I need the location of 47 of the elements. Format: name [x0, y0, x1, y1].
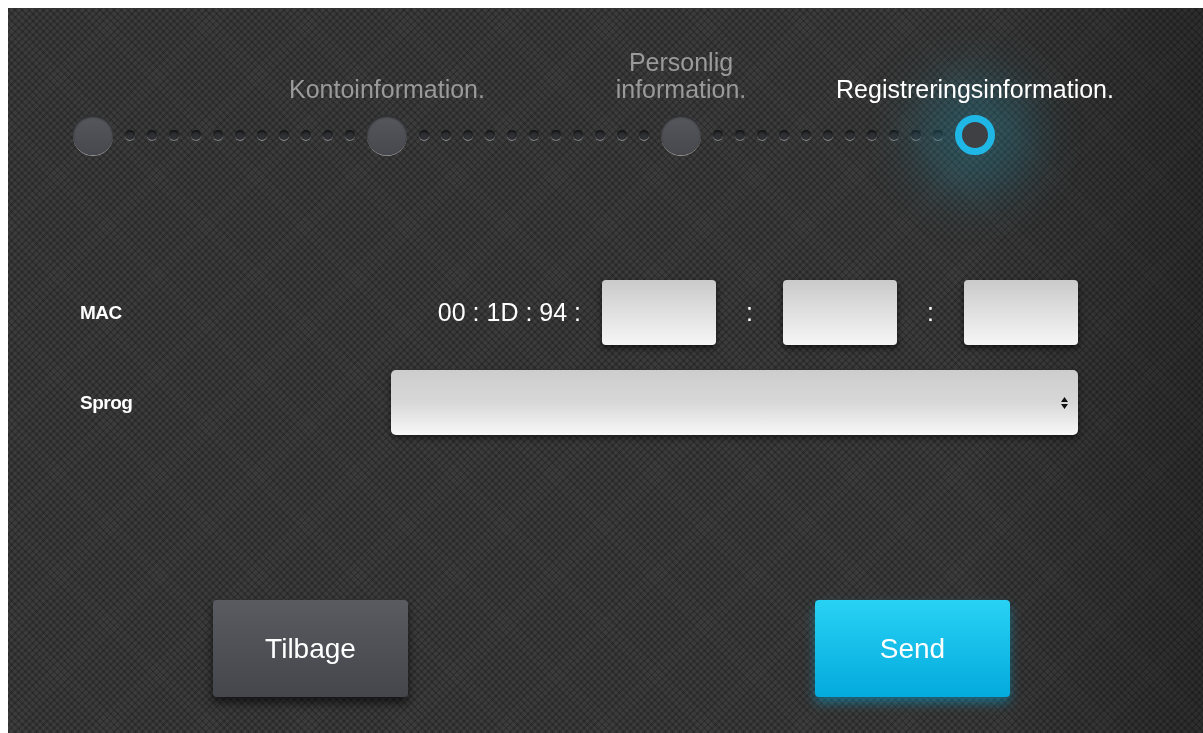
progress-dot	[757, 130, 767, 140]
progress-dot	[301, 130, 311, 140]
mac-separator: :	[926, 298, 935, 327]
progress-dot	[147, 130, 157, 140]
progress-dot	[639, 130, 649, 140]
progress-dot	[551, 130, 561, 140]
progress-dot	[911, 130, 921, 140]
progress-dot	[191, 130, 201, 140]
progress-dot	[801, 130, 811, 140]
progress-dot	[573, 130, 583, 140]
progress-dot	[169, 130, 179, 140]
progress-dot	[617, 130, 627, 140]
step-label: Kontoinformation.	[289, 76, 485, 103]
progress-dot	[441, 130, 451, 140]
progress-dot	[463, 130, 473, 140]
progress-dot	[735, 130, 745, 140]
progress-dot	[867, 130, 877, 140]
progress-dot	[529, 130, 539, 140]
progress-dot	[125, 130, 135, 140]
mac-prefix: 00 : 1D : 94 :	[437, 298, 581, 327]
progress-dot	[257, 130, 267, 140]
field-label: Sprog	[80, 391, 134, 414]
progress-dot	[713, 130, 723, 140]
progress-dot	[279, 130, 289, 140]
progress-dot	[823, 130, 833, 140]
progress-dot	[323, 130, 333, 140]
progress-dot	[779, 130, 789, 140]
mac-input-field[interactable]	[783, 280, 897, 345]
progress-dot	[485, 130, 495, 140]
language-select[interactable]	[391, 370, 1078, 435]
progress-dot	[419, 130, 429, 140]
progress-dot	[235, 130, 245, 140]
progress-dot	[507, 130, 517, 140]
mac-input-field[interactable]	[602, 280, 716, 345]
field-label: MAC	[80, 301, 123, 324]
progress-dot	[213, 130, 223, 140]
back-button[interactable]: Tilbage	[213, 600, 408, 697]
progress-dot	[889, 130, 899, 140]
mac-separator: :	[745, 298, 754, 327]
progress-dot	[345, 130, 355, 140]
step-label: Personlig information.	[614, 49, 748, 103]
progress-dot	[845, 130, 855, 140]
mac-input-field[interactable]	[964, 280, 1078, 345]
select-arrows-icon	[1061, 396, 1068, 409]
progress-dot	[595, 130, 605, 140]
progress-dot	[933, 130, 943, 140]
step-label: Registreringsinformation.	[836, 76, 1114, 103]
